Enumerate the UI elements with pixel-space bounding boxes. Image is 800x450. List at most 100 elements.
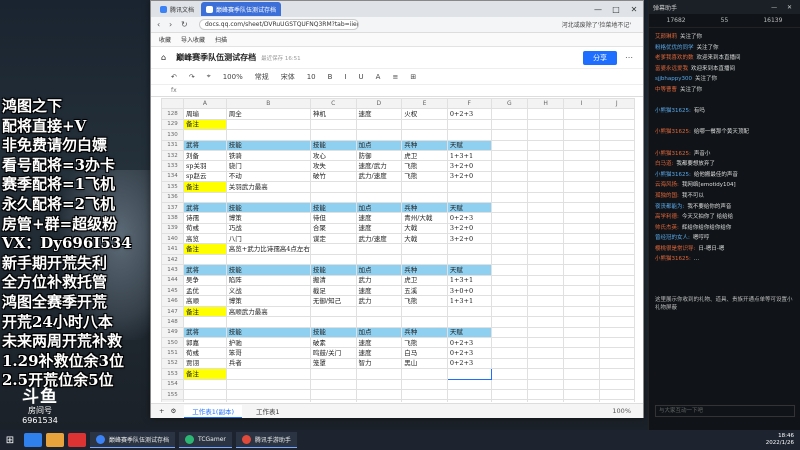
table-cell[interactable] <box>563 170 600 183</box>
table-cell[interactable] <box>446 253 492 266</box>
chat-username[interactable]: 中等曹曹 <box>655 87 677 93</box>
table-cell[interactable]: 天赋 <box>446 139 492 151</box>
table-cell[interactable]: 天赋 <box>446 264 492 276</box>
table-cell[interactable] <box>490 181 529 193</box>
table-cell[interactable]: 神机 <box>309 108 357 120</box>
browser-tab-sheet[interactable]: 巅峰赛季队伍测试存档 <box>201 2 282 16</box>
table-cell[interactable]: 青州/大戟 <box>401 212 448 224</box>
chat-username[interactable]: 小熊猫31625: <box>655 256 691 262</box>
table-cell[interactable]: 兵种 <box>401 264 448 276</box>
table-cell[interactable] <box>563 118 600 131</box>
table-cell[interactable]: sp赵云 <box>182 170 227 183</box>
table-cell[interactable] <box>225 399 311 402</box>
table-cell[interactable]: 速度 <box>355 212 403 224</box>
table-cell[interactable] <box>401 388 448 401</box>
chat-username[interactable]: 云海风扬: <box>655 182 679 188</box>
table-cell[interactable] <box>490 160 529 172</box>
table-cell[interactable]: 义战 <box>225 285 311 297</box>
table-cell[interactable]: 飞熊 <box>401 295 448 307</box>
table-cell[interactable]: 速度 <box>355 222 403 235</box>
table-cell[interactable] <box>598 253 635 266</box>
table-cell[interactable]: 1+3+1 <box>446 274 492 287</box>
table-cell[interactable] <box>355 399 403 402</box>
toolbar-item[interactable]: A <box>376 73 381 81</box>
table-cell[interactable]: 武将 <box>182 139 227 151</box>
bookmark-item[interactable]: 扫描 <box>215 35 227 44</box>
table-cell[interactable] <box>309 243 357 255</box>
table-cell[interactable] <box>309 388 357 401</box>
toolbar-item[interactable]: 10 <box>307 73 316 81</box>
table-cell[interactable]: 高顺 <box>182 295 227 307</box>
table-cell[interactable]: 0+2+3 <box>446 108 492 120</box>
chat-username[interactable]: 高学利德: <box>655 214 679 220</box>
table-cell[interactable]: 骁门 <box>225 160 311 172</box>
table-cell[interactable] <box>446 368 492 380</box>
table-cell[interactable] <box>182 191 227 203</box>
table-cell[interactable] <box>598 305 635 318</box>
table-cell[interactable] <box>401 118 448 131</box>
table-cell[interactable] <box>355 118 403 131</box>
formula-bar[interactable]: fx <box>151 85 643 97</box>
table-cell[interactable]: sp关羽 <box>182 160 227 172</box>
table-cell[interactable]: 虎卫 <box>401 274 448 287</box>
table-cell[interactable] <box>401 191 448 203</box>
table-cell[interactable] <box>490 285 529 297</box>
table-cell[interactable] <box>598 326 635 339</box>
table-cell[interactable] <box>598 233 635 245</box>
table-cell[interactable] <box>563 233 600 245</box>
table-cell[interactable] <box>526 160 565 172</box>
table-cell[interactable] <box>225 368 311 380</box>
chat-username[interactable]: 粉格优优的同学 <box>655 45 694 51</box>
table-cell[interactable] <box>526 233 565 245</box>
table-cell[interactable] <box>526 108 565 120</box>
table-cell[interactable] <box>446 305 492 318</box>
table-cell[interactable] <box>563 285 600 297</box>
column-header[interactable]: A <box>182 98 227 110</box>
sheet-tab-active[interactable]: 工作表1(副本) <box>184 404 242 418</box>
more-icon[interactable]: ⋯ <box>625 53 633 62</box>
chat-username[interactable]: 小熊猫31625: <box>655 129 691 135</box>
table-cell[interactable]: 兵者 <box>225 357 311 370</box>
table-cell[interactable] <box>225 129 311 141</box>
row-number[interactable]: 156 <box>161 399 184 402</box>
table-cell[interactable]: 技能 <box>309 264 357 276</box>
table-cell[interactable]: 武将 <box>182 264 227 276</box>
table-cell[interactable] <box>355 181 403 193</box>
table-cell[interactable] <box>225 191 311 203</box>
table-cell[interactable] <box>526 118 565 131</box>
column-header[interactable]: C <box>309 98 357 110</box>
table-cell[interactable] <box>490 149 529 162</box>
forward-icon[interactable]: › <box>169 20 181 29</box>
table-cell[interactable]: 博策 <box>225 212 311 224</box>
toolbar-item[interactable]: ≡ <box>392 73 398 81</box>
table-cell[interactable] <box>526 378 565 390</box>
table-cell[interactable] <box>563 108 600 120</box>
table-cell[interactable] <box>309 399 357 402</box>
table-cell[interactable] <box>526 129 565 141</box>
table-cell[interactable] <box>563 368 600 380</box>
table-cell[interactable] <box>309 191 357 203</box>
table-cell[interactable]: 速度 <box>355 108 403 120</box>
table-cell[interactable] <box>446 399 492 402</box>
table-cell[interactable] <box>182 378 227 390</box>
table-cell[interactable]: 武力/速度 <box>355 170 403 183</box>
table-cell[interactable]: 巧战 <box>225 222 311 235</box>
column-header[interactable]: I <box>563 98 600 110</box>
browser-taskbar-icon[interactable] <box>24 433 42 447</box>
table-cell[interactable] <box>490 368 529 380</box>
table-cell[interactable] <box>526 316 565 328</box>
table-cell[interactable] <box>563 305 600 318</box>
table-cell[interactable]: 诗孺 <box>182 212 227 224</box>
toolbar-item[interactable]: ↷ <box>189 73 195 81</box>
table-cell[interactable]: 速度 <box>355 285 403 297</box>
table-cell[interactable] <box>563 243 600 255</box>
refresh-icon[interactable]: ↻ <box>181 20 193 29</box>
news-ticker[interactable]: 河北或废除了'捡菜地不记' <box>562 20 631 29</box>
table-cell[interactable]: 技能 <box>225 264 311 276</box>
table-cell[interactable] <box>490 212 529 224</box>
column-header[interactable]: D <box>355 98 403 110</box>
table-cell[interactable]: 周全 <box>225 108 311 120</box>
table-cell[interactable] <box>563 191 600 203</box>
table-cell[interactable] <box>309 253 357 266</box>
table-cell[interactable]: 合聚 <box>309 222 357 235</box>
